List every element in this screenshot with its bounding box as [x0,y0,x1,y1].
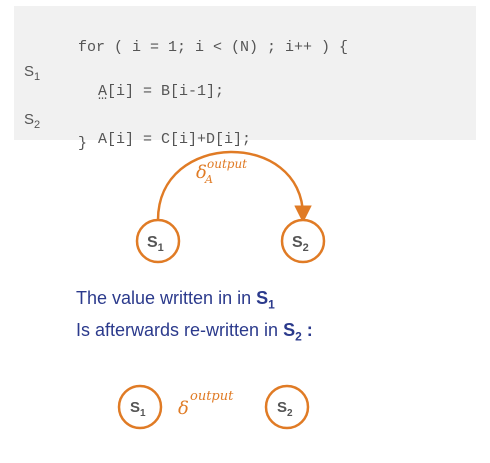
code-line-for: for ( i = 1; i < (N) ; i++ ) { [14,18,348,56]
edge-label-sub: A [204,173,213,186]
code-ellipsis: … [98,87,108,104]
dependence-graph-top: S1 S2 δ output A [135,150,326,264]
code-line-s2: S2 A[i] = C[i]+D[i]; [14,90,251,148]
code-line-ellipsis: … [14,66,107,104]
node-s1 [135,218,181,264]
explanation-line-1: The value written in in S1 [76,288,275,312]
code-block: for ( i = 1; i < (N) ; i++ ) { S1 A[i] =… [14,6,476,152]
explanation-line-2: Is afterwards re-written in S2 : [76,320,313,344]
code-line-close: } [14,114,87,152]
edge-label-sup: output [190,389,234,404]
code-text: for ( i = 1; i < (N) ; i++ ) { [78,39,349,56]
edge-label-delta: δ [178,398,189,419]
node-s2 [280,218,326,264]
code-text: A[i] = B[i-1]; [98,83,225,100]
code-line-s1: S1 A[i] = B[i-1]; [14,42,224,100]
dependence-graph-bottom: S1 S2 δ output [117,384,310,430]
edge-label-sup: output [207,157,247,171]
